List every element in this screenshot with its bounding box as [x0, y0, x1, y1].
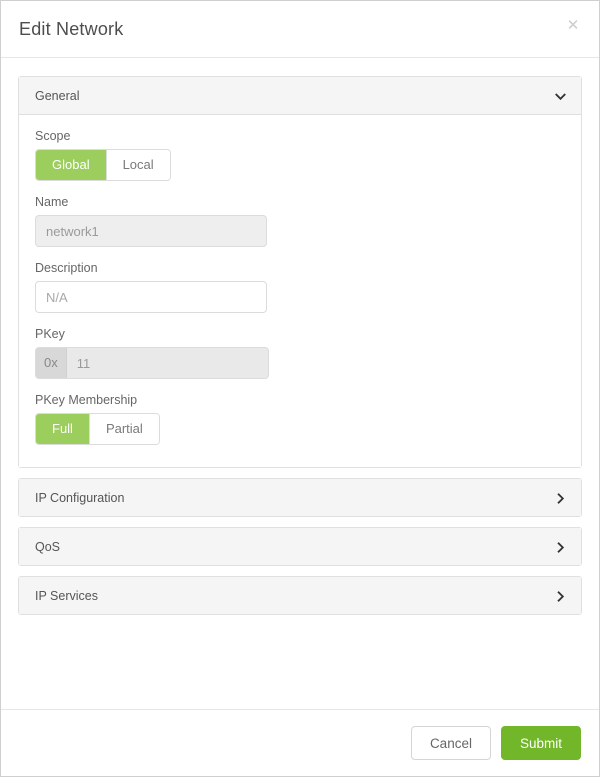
label-pkey-membership: PKey Membership	[35, 393, 565, 407]
panel-header-ip-services[interactable]: IP Services	[19, 577, 581, 614]
panel-header-qos[interactable]: QoS	[19, 528, 581, 565]
label-name: Name	[35, 195, 565, 209]
label-pkey: PKey	[35, 327, 565, 341]
field-pkey: PKey 0x	[35, 327, 565, 379]
panel-qos: QoS	[18, 527, 582, 566]
panel-ip-services: IP Services	[18, 576, 582, 615]
description-input[interactable]	[35, 281, 267, 313]
dialog-footer: Cancel Submit	[1, 709, 599, 776]
name-input[interactable]	[35, 215, 267, 247]
submit-button[interactable]: Submit	[501, 726, 581, 760]
field-description: Description	[35, 261, 565, 313]
chevron-right-icon[interactable]	[555, 591, 566, 602]
label-description: Description	[35, 261, 565, 275]
scope-toggle-group: Global Local	[35, 149, 171, 181]
cancel-button[interactable]: Cancel	[411, 726, 491, 760]
panel-general: General Scope Global Local Name	[18, 76, 582, 468]
panel-title-qos: QoS	[35, 540, 60, 554]
scope-option-local[interactable]: Local	[106, 150, 170, 180]
field-pkey-membership: PKey Membership Full Partial	[35, 393, 565, 445]
dialog-body: General Scope Global Local Name	[1, 58, 599, 709]
pkey-membership-option-full[interactable]: Full	[36, 414, 89, 444]
chevron-down-icon[interactable]	[555, 91, 566, 102]
panel-title-general: General	[35, 89, 79, 103]
pkey-input[interactable]	[67, 348, 268, 378]
dialog-header: Edit Network ✕	[1, 1, 599, 58]
close-icon[interactable]: ✕	[564, 17, 582, 35]
chevron-right-icon[interactable]	[555, 493, 566, 504]
pkey-input-group: 0x	[35, 347, 269, 379]
chevron-right-icon[interactable]	[555, 542, 566, 553]
field-name: Name	[35, 195, 565, 247]
panel-title-ip-configuration: IP Configuration	[35, 491, 124, 505]
pkey-prefix-addon: 0x	[36, 348, 67, 378]
pkey-membership-option-partial[interactable]: Partial	[89, 414, 159, 444]
page-title: Edit Network	[19, 19, 123, 40]
panel-body-general: Scope Global Local Name Description	[19, 115, 581, 467]
scope-option-global[interactable]: Global	[36, 150, 106, 180]
label-scope: Scope	[35, 129, 565, 143]
panel-title-ip-services: IP Services	[35, 589, 98, 603]
panel-header-general[interactable]: General	[19, 77, 581, 115]
edit-network-dialog: Edit Network ✕ General Scope Global Loca…	[0, 0, 600, 777]
panel-ip-configuration: IP Configuration	[18, 478, 582, 517]
panel-header-ip-configuration[interactable]: IP Configuration	[19, 479, 581, 516]
field-scope: Scope Global Local	[35, 129, 565, 181]
pkey-membership-toggle-group: Full Partial	[35, 413, 160, 445]
